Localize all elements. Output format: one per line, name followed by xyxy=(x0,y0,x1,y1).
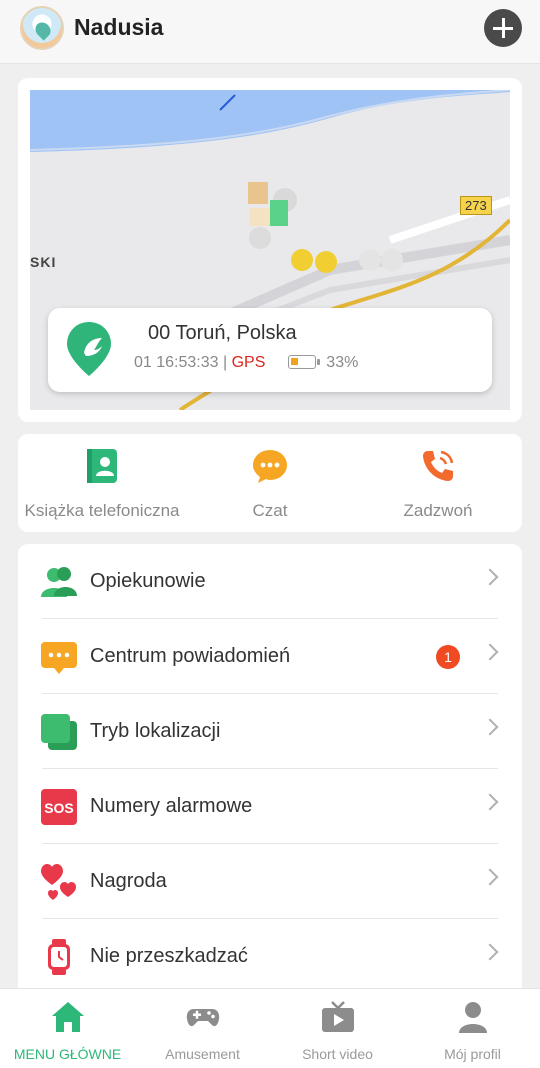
chevron-right-icon xyxy=(481,868,499,886)
chat-icon xyxy=(253,450,287,483)
menu-item-label: Nagroda xyxy=(90,870,167,892)
tab-label: Mój profil xyxy=(444,1046,501,1062)
watch-icon xyxy=(48,939,70,975)
tab-short-video[interactable]: Short video xyxy=(270,1001,405,1062)
location-pin-icon xyxy=(67,322,111,376)
phonebook-icon xyxy=(87,449,117,483)
tab-label: MENU GŁÓWNE xyxy=(13,1046,122,1062)
menu-item-location-mode[interactable]: Tryb lokalizacji xyxy=(18,694,522,769)
chevron-right-icon xyxy=(481,643,499,661)
location-meta: 01 16:53:33 | GPS 33% xyxy=(134,354,358,372)
tab-my-profile[interactable]: Mój profil xyxy=(405,1001,540,1062)
location-address: 00 Toruń, Polska xyxy=(148,322,297,344)
menu-item-label: Tryb lokalizacji xyxy=(90,720,221,742)
location-time: 01 16:53:33 xyxy=(134,354,219,371)
menu-item-label: Centrum powiadomień xyxy=(90,645,291,667)
location-source: GPS xyxy=(231,354,266,371)
menu-item-label: Nie przeszkadzać xyxy=(90,945,248,967)
settings-menu: Opiekunowie Centrum powiadomień 1 Tryb l… xyxy=(18,544,522,1004)
chevron-right-icon xyxy=(481,718,499,736)
battery-icon xyxy=(287,355,320,369)
bottom-navigation: MENU GŁÓWNE Amusement Short video Mój pr… xyxy=(0,988,540,1068)
phone-call-icon xyxy=(423,450,454,481)
tab-label: Amusement xyxy=(165,1046,240,1062)
profile-icon xyxy=(458,1002,487,1033)
video-icon xyxy=(321,1001,354,1032)
phonebook-button[interactable]: Książka telefoniczna xyxy=(18,448,186,521)
avatar[interactable] xyxy=(20,6,64,50)
meta-separator: | xyxy=(222,354,228,371)
add-device-button[interactable] xyxy=(484,9,522,47)
location-info-panel[interactable]: 00 Toruń, Polska 01 16:53:33 | GPS 33% xyxy=(48,308,492,392)
chevron-right-icon xyxy=(481,793,499,811)
guardians-icon xyxy=(41,567,77,597)
sos-icon: SOS xyxy=(41,789,77,825)
route-number-badge: 273 xyxy=(460,196,492,215)
phonebook-label: Książka telefoniczna xyxy=(24,501,180,520)
sos-icon-text: SOS xyxy=(44,800,74,816)
map-place-label: SKI xyxy=(30,254,57,270)
page-title: Nadusia xyxy=(74,14,164,40)
hearts-icon xyxy=(41,864,76,900)
call-button[interactable]: Zadzwoń xyxy=(354,448,522,521)
gamepad-icon xyxy=(186,1009,219,1027)
tab-label: Short video xyxy=(302,1046,373,1062)
menu-item-reward[interactable]: Nagroda xyxy=(18,844,522,919)
chat-label: Czat xyxy=(252,501,288,520)
quick-actions: Książka telefoniczna Czat Zadzwoń xyxy=(18,434,522,532)
call-label: Zadzwoń xyxy=(403,501,473,520)
notification-count-badge: 1 xyxy=(436,645,460,669)
tab-amusement[interactable]: Amusement xyxy=(135,1001,270,1062)
menu-item-guardians[interactable]: Opiekunowie xyxy=(18,544,522,619)
notification-center-icon xyxy=(41,642,77,674)
location-mode-icon xyxy=(41,714,77,750)
map-card: 273 SKI 00 Toruń, Polska 01 16:53:33 | G… xyxy=(18,78,522,422)
menu-item-do-not-disturb[interactable]: Nie przeszkadzać xyxy=(18,919,522,994)
battery-level: 33% xyxy=(326,354,359,371)
menu-item-emergency-numbers[interactable]: SOS Numery alarmowe xyxy=(18,769,522,844)
app-header: Nadusia xyxy=(0,0,540,64)
menu-item-notifications[interactable]: Centrum powiadomień 1 xyxy=(18,619,522,694)
chat-button[interactable]: Czat xyxy=(186,448,354,521)
tab-main-menu[interactable]: MENU GŁÓWNE xyxy=(0,1001,135,1062)
home-icon xyxy=(51,1002,84,1032)
chevron-right-icon xyxy=(481,568,499,586)
menu-item-label: Numery alarmowe xyxy=(90,795,253,817)
chevron-right-icon xyxy=(481,943,499,961)
menu-item-label: Opiekunowie xyxy=(90,570,206,592)
